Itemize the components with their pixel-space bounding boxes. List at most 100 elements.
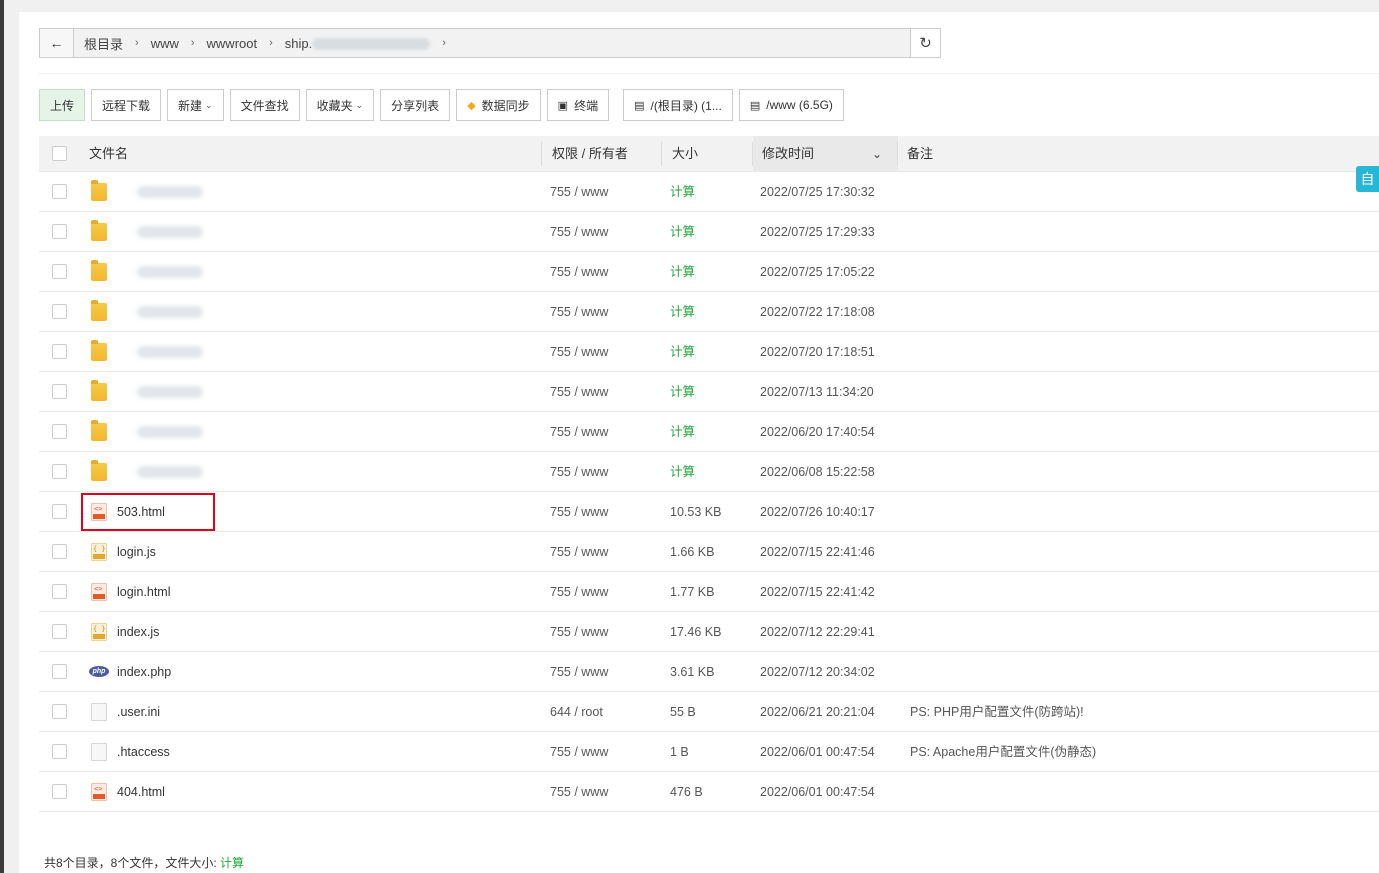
calculate-size-link[interactable]: 计算 — [670, 332, 695, 372]
redacted-folder-name[interactable] — [137, 226, 203, 238]
header-name[interactable]: 文件名 — [89, 136, 128, 172]
header-permission[interactable]: 权限 / 所有者 — [552, 136, 628, 172]
breadcrumb-item-www[interactable]: www — [151, 36, 179, 51]
permission-owner[interactable]: 755 / www — [550, 732, 608, 772]
sort-chevron-down-icon[interactable]: ⌄ — [872, 136, 882, 172]
calculate-size-link[interactable]: 计算 — [220, 856, 244, 870]
row-checkbox[interactable] — [52, 544, 67, 559]
file-name[interactable]: login.js — [117, 532, 156, 572]
modified-time: 2022/07/20 17:18:51 — [760, 345, 875, 359]
permission-owner[interactable]: 755 / www — [550, 412, 608, 452]
table-row[interactable]: .user.ini 644 / root 55 B 2022/06/21 20:21:… — [39, 692, 1379, 732]
calculate-size-link[interactable]: 计算 — [670, 172, 695, 212]
row-checkbox[interactable] — [52, 784, 67, 799]
permission-owner[interactable]: 755 / www — [550, 652, 608, 692]
permission-owner[interactable]: 755 / www — [550, 332, 608, 372]
side-tab[interactable]: 自 — [1356, 166, 1379, 192]
row-checkbox[interactable] — [52, 584, 67, 599]
permission-owner[interactable]: 755 / www — [550, 572, 608, 612]
table-row[interactable]: 503.html755 / www10.53 KB2022/07/26 10:4… — [39, 492, 1379, 532]
table-row[interactable]: .htaccess 755 / www 1 B 2022/06/01 00:47:54… — [39, 732, 1379, 772]
table-row[interactable]: login.js 755 / www 1.66 KB 2022/07/15 22:41… — [39, 532, 1379, 572]
file-name[interactable]: index.js — [117, 612, 159, 652]
redacted-folder-name[interactable] — [137, 346, 203, 358]
favorites-button[interactable]: 收藏夹 ⌄ — [305, 89, 375, 121]
file-name[interactable]: 404.html — [117, 772, 165, 812]
redacted-folder-name[interactable] — [137, 426, 203, 438]
row-checkbox[interactable] — [52, 504, 67, 519]
row-checkbox[interactable] — [52, 304, 67, 319]
row-checkbox[interactable] — [52, 744, 67, 759]
back-arrow-icon[interactable]: ← — [40, 29, 74, 57]
row-checkbox[interactable] — [52, 384, 67, 399]
redacted-folder-name[interactable] — [137, 306, 203, 318]
permission-owner[interactable]: 755 / www — [550, 212, 608, 252]
redacted-folder-name[interactable] — [137, 466, 203, 478]
header-size[interactable]: 大小 — [672, 136, 698, 172]
row-checkbox[interactable] — [52, 624, 67, 639]
table-row[interactable]: 755 / www 计算 2022/07/25 17:29:33 — [39, 212, 1379, 252]
table-row[interactable]: 755 / www 计算 2022/07/20 17:18:51 — [39, 332, 1379, 372]
permission-owner[interactable]: 755 / www — [550, 492, 608, 532]
disk-root-button[interactable]: ▤/(根目录) (1... — [623, 89, 733, 121]
row-checkbox[interactable] — [52, 344, 67, 359]
breadcrumb-item-wwwroot[interactable]: wwwroot — [207, 36, 258, 51]
data-sync-button[interactable]: ◆ 数据同步 — [456, 89, 541, 121]
file-name[interactable]: .user.ini — [117, 692, 160, 732]
calculate-size-link[interactable]: 计算 — [670, 452, 695, 492]
table-row[interactable]: 755 / www 计算 2022/07/22 17:18:08 — [39, 292, 1379, 332]
calculate-size-link[interactable]: 计算 — [670, 252, 695, 292]
refresh-icon[interactable]: ↻ — [910, 29, 940, 57]
table-row[interactable]: 755 / www 计算 2022/07/13 11:34:20 — [39, 372, 1379, 412]
disk-www-button[interactable]: ▤/www (6.5G) — [738, 89, 844, 121]
row-checkbox[interactable] — [52, 224, 67, 239]
diamond-icon: ◆ — [467, 99, 476, 112]
permission-owner[interactable]: 755 / www — [550, 452, 608, 492]
file-name[interactable]: login.html — [117, 572, 171, 612]
permission-owner[interactable]: 755 / www — [550, 172, 608, 212]
permission-owner[interactable]: 755 / www — [550, 612, 608, 652]
table-row[interactable]: 755 / www 计算 2022/06/20 17:40:54 — [39, 412, 1379, 452]
terminal-button[interactable]: ▣ 终端 — [546, 89, 610, 121]
header-mtime[interactable]: 修改时间 — [762, 136, 814, 172]
table-row[interactable]: 755 / www 计算 2022/07/25 17:05:22 — [39, 252, 1379, 292]
row-checkbox[interactable] — [52, 664, 67, 679]
row-checkbox[interactable] — [52, 184, 67, 199]
breadcrumb-item-site[interactable]: ship. — [285, 36, 431, 51]
calculate-size-link[interactable]: 计算 — [670, 412, 695, 452]
file-name[interactable]: .htaccess — [117, 732, 170, 772]
row-checkbox[interactable] — [52, 264, 67, 279]
permission-owner[interactable]: 755 / www — [550, 292, 608, 332]
breadcrumb-item-root[interactable]: 根目录 — [84, 34, 123, 53]
new-button[interactable]: 新建 ⌄ — [167, 89, 224, 121]
calculate-size-link[interactable]: 计算 — [670, 212, 695, 252]
upload-button[interactable]: 上传 — [39, 89, 86, 121]
calculate-size-link[interactable]: 计算 — [670, 372, 695, 412]
file-name[interactable]: index.php — [117, 652, 171, 692]
file-search-button[interactable]: 文件查找 — [229, 89, 300, 121]
folder-icon — [91, 260, 107, 281]
permission-owner[interactable]: 755 / www — [550, 772, 608, 812]
share-list-button[interactable]: 分享列表 — [380, 89, 451, 121]
redacted-folder-name[interactable] — [137, 266, 203, 278]
permission-owner[interactable]: 755 / www — [550, 532, 608, 572]
header-note: 备注 — [907, 146, 934, 161]
table-row[interactable]: 404.html 755 / www 476 B 2022/06/01 00:47:5… — [39, 772, 1379, 812]
row-checkbox[interactable] — [52, 704, 67, 719]
redacted-folder-name[interactable] — [137, 186, 203, 198]
table-row[interactable]: 755 / www 计算 2022/06/08 15:22:58 — [39, 452, 1379, 492]
select-all-checkbox[interactable] — [52, 146, 67, 161]
permission-owner[interactable]: 644 / root — [550, 692, 603, 732]
table-row[interactable]: index.js 755 / www 17.46 KB 2022/07/12 22:2… — [39, 612, 1379, 652]
row-checkbox[interactable] — [52, 464, 67, 479]
table-row[interactable]: 755 / www 计算 2022/07/25 17:30:32 — [39, 172, 1379, 212]
permission-owner[interactable]: 755 / www — [550, 372, 608, 412]
redacted-folder-name[interactable] — [137, 386, 203, 398]
row-checkbox[interactable] — [52, 424, 67, 439]
permission-owner[interactable]: 755 / www — [550, 252, 608, 292]
table-row[interactable]: php index.php 755 / www 3.61 KB 2022/07/12 2… — [39, 652, 1379, 692]
file-size: 3.61 KB — [670, 665, 715, 679]
calculate-size-link[interactable]: 计算 — [670, 292, 695, 332]
table-row[interactable]: login.html 755 / www 1.77 KB 2022/07/15 22:… — [39, 572, 1379, 612]
remote-download-button[interactable]: 远程下载 — [91, 89, 162, 121]
